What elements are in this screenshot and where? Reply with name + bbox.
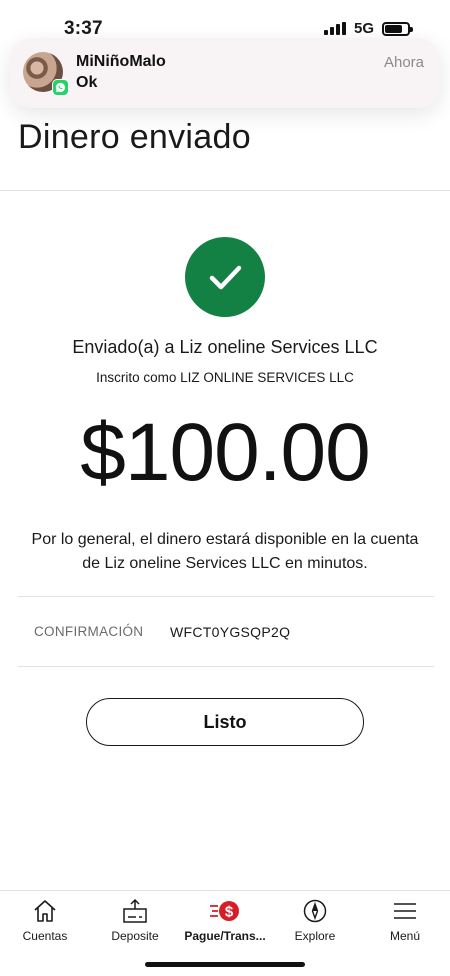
notification-banner[interactable]: MiNiñoMalo Ok Ahora	[10, 38, 440, 108]
whatsapp-icon	[52, 79, 69, 96]
notification-time: Ahora	[383, 54, 424, 71]
status-time: 3:37	[64, 18, 103, 39]
divider	[0, 190, 450, 191]
tab-deposit[interactable]: Deposite	[90, 897, 180, 947]
availability-note: Por lo general, el dinero estará disponi…	[31, 531, 419, 572]
tab-accounts[interactable]: Cuentas	[0, 897, 90, 947]
home-indicator[interactable]	[145, 962, 305, 967]
enrolled-as-text: Inscrito como LIZ ONLINE SERVICES LLC	[96, 370, 354, 385]
confirmation-number: WFCT0YGSQP2Q	[170, 624, 291, 640]
menu-icon	[394, 903, 416, 919]
pay-transfer-badge: $	[225, 904, 234, 921]
notification-message: Ok	[76, 74, 98, 91]
done-button[interactable]: Listo	[86, 698, 364, 746]
tab-label: Pague/Trans...	[184, 929, 266, 943]
notification-sender: MiNiñoMalo	[76, 53, 166, 70]
battery-icon	[382, 21, 413, 36]
tab-pay-transfer[interactable]: $ Pague/Trans...	[180, 897, 270, 947]
network-label: 5G	[353, 20, 374, 37]
success-check-icon	[185, 237, 265, 317]
signal-icon	[323, 22, 346, 35]
tab-label: Deposite	[111, 929, 159, 943]
home-icon	[34, 900, 56, 922]
tab-label: Cuentas	[22, 929, 68, 943]
amount: $100.00	[80, 407, 370, 498]
status-indicators: 5G	[323, 20, 413, 37]
divider	[18, 666, 434, 667]
tab-label: Explore	[294, 929, 336, 943]
page-title: Dinero enviado	[18, 118, 251, 156]
deposit-icon	[123, 898, 147, 923]
tab-label: Menú	[389, 929, 421, 943]
tab-menu[interactable]: Menú	[360, 897, 450, 947]
pay-transfer-icon: $	[210, 901, 239, 921]
tab-explore[interactable]: Explore	[270, 897, 360, 947]
avatar	[23, 52, 69, 96]
divider	[18, 596, 434, 597]
compass-icon	[303, 899, 327, 923]
confirmation-label: CONFIRMACIÓN	[34, 624, 144, 639]
recipient-text: Enviado(a) a Liz oneline Services LLC	[72, 337, 378, 357]
